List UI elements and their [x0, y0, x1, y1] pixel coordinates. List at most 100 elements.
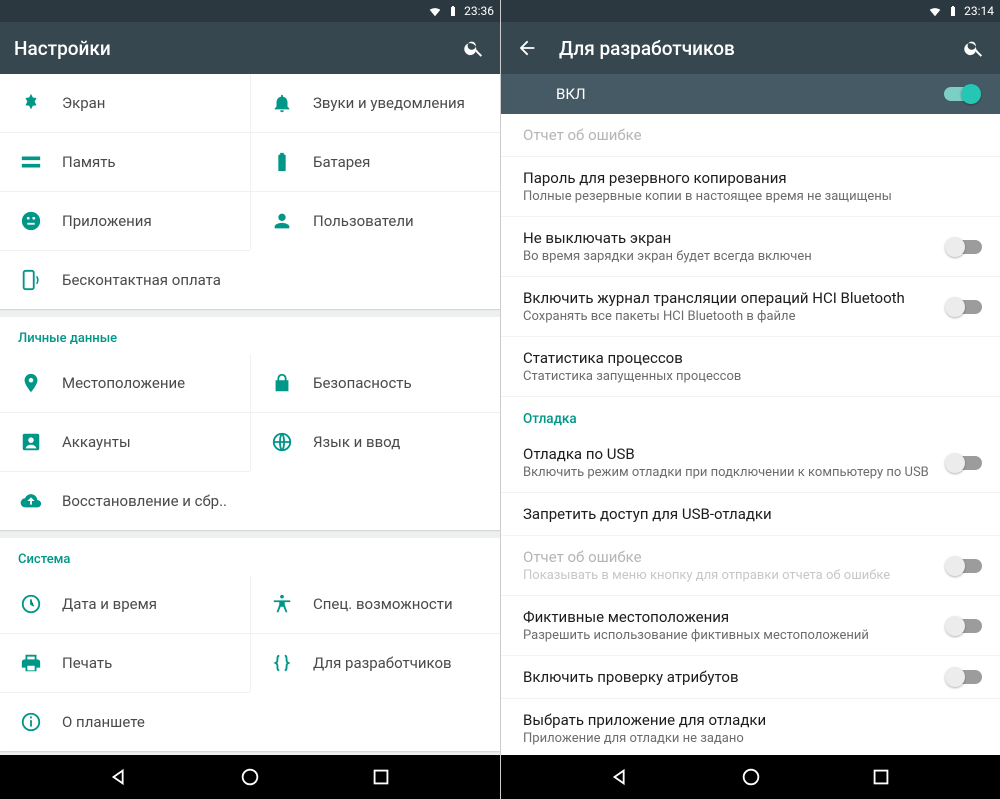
section-0: Экран Звуки и уведомления Память Батарея… — [0, 74, 500, 309]
location-icon — [20, 372, 42, 394]
tile-developer[interactable]: Для разработчиков — [250, 633, 500, 692]
subheader-debug: Отладка — [501, 397, 1000, 433]
toggle-switch[interactable] — [948, 240, 982, 254]
lock-icon — [271, 372, 293, 394]
app-bar: Настройки — [0, 22, 500, 74]
status-bar: 23:36 — [0, 0, 500, 22]
list-item[interactable]: Статистика процессовСтатистика запущенны… — [501, 337, 1000, 397]
item-title: Пароль для резервного копирования — [523, 169, 982, 187]
tile-sound[interactable]: Звуки и уведомления — [250, 74, 500, 132]
tile-datetime[interactable]: Дата и время — [0, 575, 250, 633]
item-title: Выбрать приложение для отладки — [523, 711, 982, 729]
developer-list: Отчет об ошибке Пароль для резервного коп… — [501, 114, 1000, 755]
settings-screen: 23:36 Настройки Экран Звуки и уведомлени… — [0, 0, 500, 799]
section-personal: Личные данные Местоположение Безопасност… — [0, 317, 500, 530]
list-item[interactable]: Фиктивные местоположения Разрешить исполь… — [501, 596, 1000, 656]
master-switch-label: ВКЛ — [556, 85, 586, 103]
section-header: Система — [0, 538, 500, 575]
info-icon — [20, 711, 42, 733]
print-icon — [20, 652, 42, 674]
status-time: 23:14 — [964, 4, 994, 18]
item-subtitle: Полные резервные копии в настоящее время… — [523, 189, 982, 204]
item-subtitle: Показывать в меню кнопку для отправки от… — [523, 568, 938, 583]
globe-icon — [271, 431, 293, 453]
item-title: Не выключать экран — [523, 229, 938, 247]
nav-recent-button[interactable] — [369, 765, 393, 789]
list-item[interactable]: Включить журнал трансляции операций HCI … — [501, 277, 1000, 337]
nav-home-button[interactable] — [238, 765, 262, 789]
nav-back-button[interactable] — [107, 765, 131, 789]
tile-nfc[interactable]: Бесконтактная оплата — [0, 250, 250, 309]
nfc-icon — [20, 269, 42, 291]
item-subtitle: Приложение для отладки не задано — [523, 731, 982, 746]
list-item: Отчет об ошибке — [501, 114, 1000, 157]
tile-about[interactable]: О планшете — [0, 692, 250, 751]
wifi-icon — [928, 4, 942, 18]
clock-icon — [20, 593, 42, 615]
tile-backup[interactable]: Восстановление и сбр.. — [0, 471, 250, 530]
list-item[interactable]: Включить проверку атрибутов — [501, 656, 1000, 699]
nav-home-button[interactable] — [739, 765, 763, 789]
status-time: 23:36 — [464, 4, 494, 18]
storage-icon — [20, 151, 42, 173]
account-icon — [20, 431, 42, 453]
tile-language[interactable]: Язык и ввод — [250, 412, 500, 471]
toggle-switch[interactable] — [948, 300, 982, 314]
bell-icon — [271, 92, 293, 114]
search-button[interactable] — [462, 36, 486, 60]
battery-full-icon — [271, 151, 293, 173]
section-header: Личные данные — [0, 317, 500, 354]
master-switch[interactable] — [944, 87, 978, 101]
list-item[interactable]: Запретить доступ для USB-отладки — [501, 493, 1000, 536]
page-title: Для разработчиков — [559, 37, 942, 60]
wifi-icon — [428, 4, 442, 18]
tile-location[interactable]: Местоположение — [0, 354, 250, 412]
status-bar: 23:14 — [501, 0, 1000, 22]
toggle-switch[interactable] — [948, 619, 982, 633]
item-title: Отчет об ошибке — [523, 548, 938, 566]
battery-icon — [446, 4, 460, 18]
item-title: Включить журнал трансляции операций HCI … — [523, 289, 938, 307]
item-subtitle: Включить режим отладки при подключении к… — [523, 465, 938, 480]
item-title: Отладка по USB — [523, 445, 938, 463]
tile-security[interactable]: Безопасность — [250, 354, 500, 412]
nav-back-button[interactable] — [608, 765, 632, 789]
item-title: Запретить доступ для USB-отладки — [523, 505, 982, 523]
list-item: Отчет об ошибке Показывать в меню кнопку … — [501, 536, 1000, 596]
tile-accessibility[interactable]: Спец. возможности — [250, 575, 500, 633]
tile-print[interactable]: Печать — [0, 633, 250, 692]
tile-apps[interactable]: Приложения — [0, 191, 250, 250]
battery-icon — [946, 4, 960, 18]
item-subtitle: Разрешить использование фиктивных местоп… — [523, 628, 938, 643]
display-icon — [20, 92, 42, 114]
toggle-switch[interactable] — [948, 670, 982, 684]
tile-display[interactable]: Экран — [0, 74, 250, 132]
item-subtitle: Во время зарядки экран будет всегда вклю… — [523, 249, 938, 264]
list-item[interactable]: Выбрать приложение для отладки Приложение… — [501, 699, 1000, 755]
back-button[interactable] — [515, 36, 539, 60]
tile-users[interactable]: Пользователи — [250, 191, 500, 250]
nav-bar — [501, 755, 1000, 799]
nav-recent-button[interactable] — [869, 765, 893, 789]
list-item[interactable]: Отладка по USB Включить режим отладки при… — [501, 433, 1000, 493]
item-title: Фиктивные местоположения — [523, 608, 938, 626]
list-item[interactable]: Не выключать экран Во время зарядки экран… — [501, 217, 1000, 277]
list-item[interactable]: Пароль для резервного копирования Полные … — [501, 157, 1000, 217]
master-switch-row[interactable]: ВКЛ — [501, 74, 1000, 114]
tile-accounts[interactable]: Аккаунты — [0, 412, 250, 471]
item-title: Отчет об ошибке — [523, 126, 982, 144]
app-bar: Для разработчиков — [501, 22, 1000, 74]
users-icon — [271, 210, 293, 232]
toggle-switch — [948, 559, 982, 573]
search-button[interactable] — [962, 36, 986, 60]
tile-memory[interactable]: Память — [0, 132, 250, 191]
nav-bar — [0, 755, 500, 799]
braces-icon — [271, 652, 293, 674]
page-title: Настройки — [14, 37, 442, 60]
item-title: Включить проверку атрибутов — [523, 668, 938, 686]
tile-battery[interactable]: Батарея — [250, 132, 500, 191]
section-system: Система Дата и время Спец. возможности П… — [0, 538, 500, 751]
backup-icon — [20, 490, 42, 512]
toggle-switch[interactable] — [948, 456, 982, 470]
accessibility-icon — [271, 593, 293, 615]
